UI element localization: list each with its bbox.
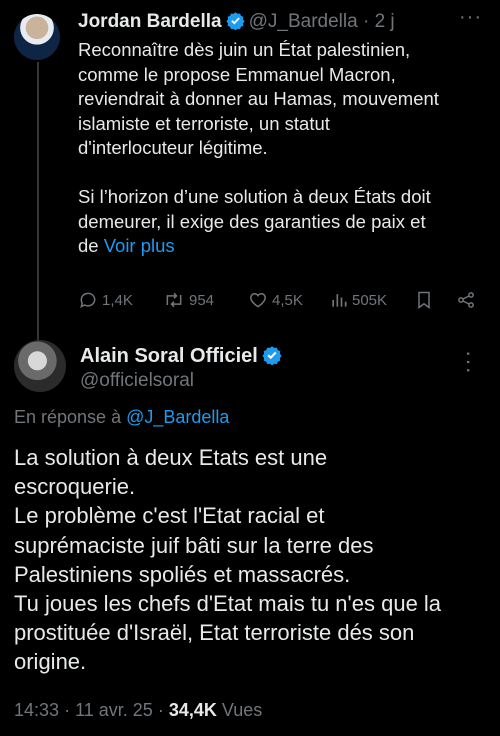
views-icon xyxy=(330,290,348,310)
tweet2-date[interactable]: 11 avr. 25 xyxy=(75,700,153,720)
tweet2-handle[interactable]: @officielsoral xyxy=(80,370,194,392)
repost-count: 954 xyxy=(189,291,215,309)
tweet2-author-name[interactable]: Alain Soral Officiel xyxy=(80,345,258,367)
bookmark-icon xyxy=(415,290,433,310)
tweet1-line: demeurer, il exige des garanties de paix… xyxy=(78,210,426,232)
tweet2-line: Tu joues les chefs d'Etat mais tu n'es q… xyxy=(14,591,442,617)
repost-icon xyxy=(163,290,185,310)
share-icon xyxy=(456,290,476,310)
tweet2-line: suprémaciste juif bâti sur la terre des xyxy=(14,532,374,558)
tweet1-line-prefix: de xyxy=(78,235,104,257)
reply-icon xyxy=(78,290,98,310)
bookmark-button[interactable] xyxy=(415,290,433,310)
like-icon xyxy=(248,290,268,310)
tweet1-line: d'interlocuteur légitime. xyxy=(78,137,268,159)
reply-context: En réponse à @J_Bardella xyxy=(14,407,229,428)
reply-prefix: En réponse à xyxy=(14,407,122,427)
thread-connector-line xyxy=(37,62,39,346)
share-button[interactable] xyxy=(456,290,476,310)
tweet2-views-count: 34,4K xyxy=(168,700,217,720)
tweet1-line: islamiste et terroriste, un statut xyxy=(78,112,330,134)
verified-badge-icon xyxy=(226,11,245,36)
tweet1-line: reviendrait à donner au Hamas, mouvement xyxy=(78,88,439,110)
reply-button[interactable]: 1,4K xyxy=(78,290,133,310)
like-count: 4,5K xyxy=(272,291,303,309)
tweet1-line: Si l’horizon d’une solution à deux États… xyxy=(78,185,431,207)
avatar-alain-soral[interactable] xyxy=(14,340,66,392)
tweet2-metadata: 14:33 · 11 avr. 25 · 34,4K Vues xyxy=(14,700,262,721)
tweet2-line: prostituée d'Israël, Etat terroriste dés… xyxy=(14,620,415,646)
tweet2-line: origine. xyxy=(14,649,87,675)
tweet2-line: La solution à deux Etats est une xyxy=(14,445,328,470)
views-count: 505K xyxy=(352,291,388,309)
tweet1-line: Reconnaître dès juin un État palestinien… xyxy=(78,39,411,60)
tweet1-handle[interactable]: @J_Bardella xyxy=(249,11,358,32)
avatar-jordan-bardella[interactable] xyxy=(14,14,60,60)
tweet1-author-name[interactable]: Jordan Bardella xyxy=(78,11,222,32)
reply-count: 1,4K xyxy=(102,291,133,309)
tweet2-author-row: Alain Soral Officiel xyxy=(80,345,286,371)
tweet1-header: Jordan Bardella @J_Bardella · 2 j xyxy=(78,11,395,36)
tweet2-text: La solution à deux Etats est une escroqu… xyxy=(14,443,494,677)
tweet2-line: Le problème c'est l'Etat racial et xyxy=(14,503,325,529)
like-button[interactable]: 4,5K xyxy=(248,290,303,310)
tweet1-paragraph-2: Si l’horizon d’une solution à deux États… xyxy=(78,185,488,259)
tweet2-views-label: Vues xyxy=(221,700,263,720)
tweet1-more-options-icon[interactable]: ··· xyxy=(459,6,482,29)
tweet1-time-separator: · xyxy=(362,11,370,32)
see-more-link[interactable]: Voir plus xyxy=(104,235,175,256)
tweet2-separator: · xyxy=(64,700,71,720)
tweet1-text: Reconnaître dès juin un État palestinien… xyxy=(78,38,488,259)
tweet1-line-last: de Voir plus xyxy=(78,234,488,259)
tweet2-more-options-icon[interactable]: ··· xyxy=(456,350,482,375)
tweet2-time[interactable]: 14:33 xyxy=(14,700,59,720)
tweet2-separator: · xyxy=(157,700,164,720)
views-button[interactable]: 505K xyxy=(330,290,387,310)
tweet2-line: escroquerie. xyxy=(14,474,136,500)
repost-button[interactable]: 954 xyxy=(163,290,214,310)
tweet2-line: Palestiniens spoliés et massacrés. xyxy=(14,561,351,587)
reply-to-handle-link[interactable]: @J_Bardella xyxy=(126,407,229,427)
tweet1-action-bar: 1,4K 954 4,5K 505K xyxy=(78,290,488,314)
tweet1-line: comme le propose Emmanuel Macron, xyxy=(78,63,396,85)
tweet1-paragraph-1: Reconnaître dès juin un État palestinien… xyxy=(78,38,488,161)
verified-badge-icon xyxy=(262,345,282,371)
tweet1-time[interactable]: 2 j xyxy=(375,11,395,32)
